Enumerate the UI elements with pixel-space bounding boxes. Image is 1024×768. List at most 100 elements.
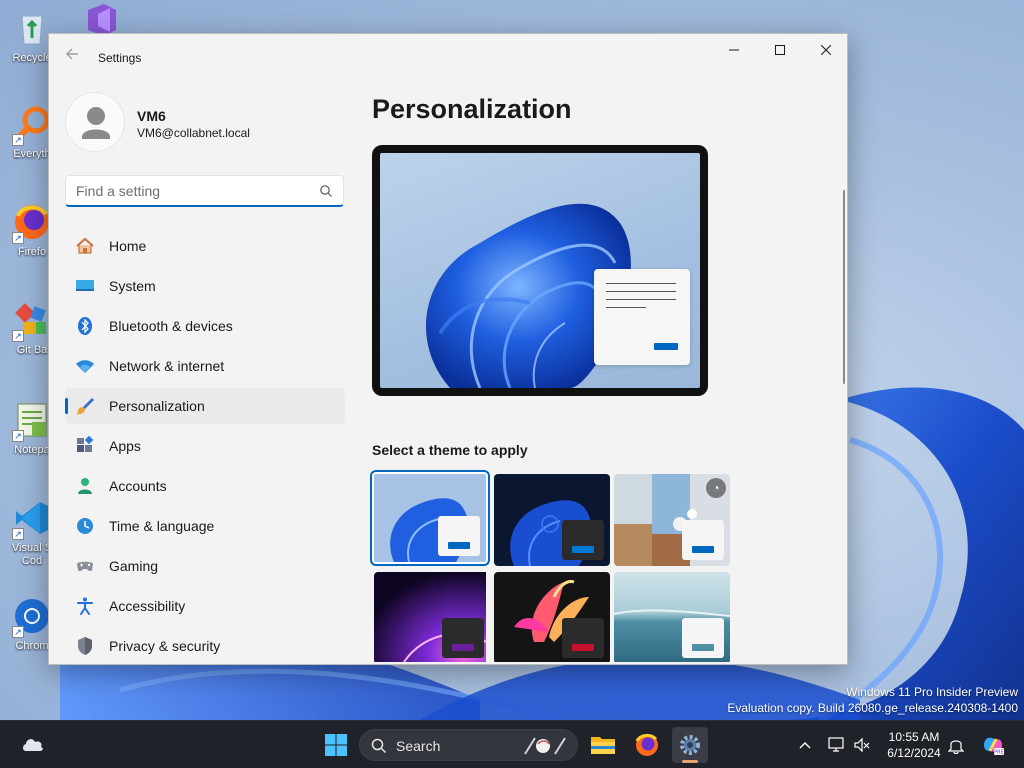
maximize-icon	[775, 45, 785, 55]
sidebar-item-label: Privacy & security	[109, 638, 221, 654]
shortcut-arrow-icon: ↗	[12, 626, 24, 638]
accessibility-icon	[77, 597, 93, 615]
minimize-icon	[729, 49, 739, 51]
clock-globe-icon	[77, 518, 93, 534]
page-title: Personalization	[372, 94, 572, 124]
home-icon	[76, 237, 94, 254]
sidebar-item-system[interactable]: System	[65, 268, 345, 304]
content-scrollbar[interactable]	[843, 190, 845, 384]
sidebar-item-network[interactable]: Network & internet	[65, 348, 345, 384]
user-profile[interactable]: VM6 VM6@collabnet.local	[65, 92, 345, 152]
user-email: VM6@collabnet.local	[137, 126, 250, 140]
sidebar-item-label: Apps	[109, 438, 141, 454]
sidebar-item-apps[interactable]: Apps	[65, 428, 345, 464]
theme-card	[562, 618, 604, 658]
theme-windows-dark[interactable]	[494, 474, 610, 566]
maximize-button[interactable]	[757, 34, 803, 66]
shortcut-arrow-icon: ↗	[12, 528, 24, 540]
tray-volume[interactable]	[851, 733, 873, 757]
sidebar-item-label: Accessibility	[109, 598, 186, 614]
start-button[interactable]	[320, 729, 352, 761]
spotlight-badge-icon: ◔	[706, 478, 726, 498]
sidebar-item-label: Accounts	[109, 478, 167, 494]
volume-muted-icon	[854, 737, 870, 753]
accounts-icon	[78, 478, 92, 494]
theme-card	[442, 618, 484, 658]
sidebar-item-accounts[interactable]: Accounts	[65, 468, 345, 504]
search-input[interactable]	[76, 182, 306, 200]
shortcut-arrow-icon: ↗	[12, 232, 24, 244]
tray-notifications[interactable]	[945, 733, 967, 757]
minimize-button[interactable]	[711, 34, 757, 66]
recycle-bin-icon	[12, 8, 52, 48]
network-icon	[828, 737, 844, 752]
person-icon	[82, 107, 110, 139]
sidebar-item-bluetooth[interactable]: Bluetooth & devices	[65, 308, 345, 344]
theme-section-label: Select a theme to apply	[372, 442, 528, 458]
taskbar-search[interactable]: Search	[359, 729, 578, 761]
main-content: Personalization Select a theme to apply …	[370, 80, 847, 664]
sidebar-item-label: System	[109, 278, 156, 294]
sidebar-item-accessibility[interactable]: Accessibility	[65, 588, 345, 624]
search-icon[interactable]	[319, 184, 333, 198]
title-bar[interactable]: Settings	[49, 34, 847, 80]
sidebar-item-label: Personalization	[109, 398, 205, 414]
shield-icon	[78, 637, 92, 655]
theme-captured-motion[interactable]	[494, 572, 610, 664]
firefox-icon	[635, 733, 658, 756]
sidebar-item-privacy[interactable]: Privacy & security	[65, 628, 345, 664]
sidebar-item-label: Home	[109, 238, 147, 254]
shortcut-arrow-icon: ↗	[12, 134, 24, 146]
sidebar-item-label: Bluetooth & devices	[109, 318, 233, 334]
bluetooth-icon	[78, 317, 92, 335]
preview-desktop	[380, 153, 700, 388]
notepad-icon: ↗	[12, 400, 52, 442]
back-arrow-icon	[66, 48, 78, 60]
back-button[interactable]	[61, 47, 83, 69]
tray-copilot[interactable]: PRE	[980, 733, 1006, 757]
taskbar-search-label: Search	[396, 738, 441, 754]
tray-network[interactable]	[826, 733, 848, 757]
everything-icon: ↗	[12, 104, 52, 146]
theme-glow[interactable]	[374, 572, 490, 664]
firefox-desktop-icon: ↗	[12, 202, 52, 244]
close-icon	[821, 45, 831, 55]
windows-logo-icon	[325, 734, 347, 756]
search-icon	[371, 738, 387, 754]
close-button[interactable]	[803, 34, 847, 66]
avatar	[65, 92, 125, 152]
cloud-icon	[23, 739, 43, 751]
shortcut-arrow-icon: ↗	[12, 330, 24, 342]
preview-accent-button	[654, 343, 678, 350]
preview-window	[594, 269, 690, 365]
settings-search[interactable]	[65, 175, 344, 207]
file-explorer-icon	[591, 737, 615, 754]
sidebar-item-personalization[interactable]: Personalization	[65, 388, 345, 424]
tray-overflow-button[interactable]	[794, 733, 816, 757]
clock-time: 10:55 AM	[888, 730, 940, 744]
sidebar-item-label: Gaming	[109, 558, 159, 574]
chrome-icon: ↗	[12, 596, 52, 638]
theme-windows-light[interactable]	[370, 470, 490, 566]
notification-bell-icon	[948, 740, 964, 754]
theme-card	[438, 516, 480, 556]
sidebar-item-gaming[interactable]: Gaming	[65, 548, 345, 584]
settings-window: Settings VM6 VM6@collabnet.local Home	[48, 33, 848, 665]
sidebar-item-home[interactable]: Home	[65, 228, 345, 264]
sidebar-item-time-language[interactable]: Time & language	[65, 508, 345, 544]
theme-card	[682, 520, 724, 560]
taskbar-settings[interactable]	[672, 727, 708, 763]
taskbar-clock[interactable]: 10:55 AM 6/12/2024	[876, 729, 952, 761]
taskbar-firefox[interactable]	[629, 727, 665, 763]
theme-card	[562, 520, 604, 560]
user-name: VM6	[137, 108, 166, 124]
clock-date: 6/12/2024	[887, 746, 941, 760]
theme-spotlight[interactable]: ◔	[614, 474, 730, 566]
weather-widget[interactable]	[20, 733, 46, 757]
brush-icon	[76, 398, 94, 415]
taskbar-file-explorer[interactable]	[585, 727, 621, 763]
search-highlight-icon	[524, 737, 566, 755]
theme-flow[interactable]	[614, 572, 730, 664]
shortcut-arrow-icon: ↗	[12, 430, 24, 442]
window-title: Settings	[98, 51, 142, 65]
